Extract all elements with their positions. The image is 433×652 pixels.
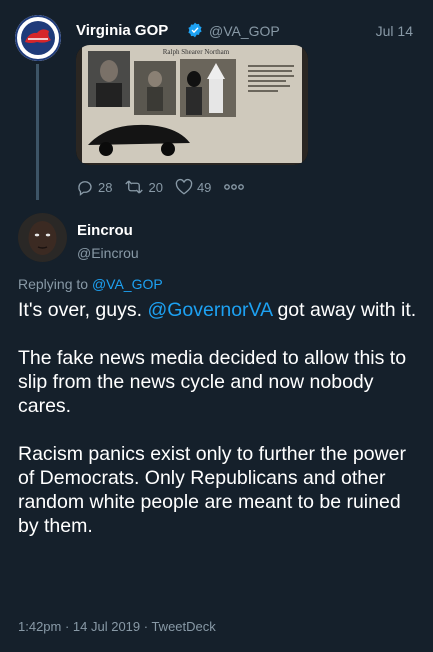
reply-count: 28	[98, 179, 113, 195]
reply-author-name[interactable]: Eincrou	[77, 222, 133, 239]
mention-link-governorva[interactable]: @GovernorVA	[147, 299, 272, 321]
replying-to-label: Replying to	[18, 276, 89, 292]
reply-author-handle[interactable]: @Eincrou	[77, 245, 139, 261]
avatar-eincrou[interactable]	[18, 213, 67, 262]
thread-connector	[36, 64, 39, 200]
parent-author-handle[interactable]: @VA_GOP	[209, 23, 280, 39]
reply-button[interactable]: 28	[76, 178, 112, 196]
like-icon	[175, 178, 193, 195]
verified-icon	[188, 22, 202, 38]
retweet-button[interactable]: 20	[124, 178, 163, 196]
retweet-icon	[125, 180, 144, 194]
parent-author-name[interactable]: Virginia GOP	[76, 22, 168, 39]
more-options-button[interactable]	[223, 182, 249, 192]
body-paragraph-1: It's over, guys. @GovernorVA got away wi…	[18, 298, 418, 322]
replying-to-handle-link[interactable]: @VA_GOP	[92, 276, 163, 292]
like-count: 49	[196, 179, 212, 195]
body-p1-after: got away with it.	[277, 299, 417, 321]
body-p1-before: It's over, guys.	[18, 299, 143, 321]
avatar-virginia-gop[interactable]	[15, 15, 61, 61]
body-paragraph-2: The fake news media decided to allow thi…	[18, 347, 407, 417]
parent-tweet-date[interactable]: Jul 14	[376, 23, 413, 39]
more-icon	[224, 184, 245, 190]
body-paragraph-3: Racism panics exist only to further the …	[18, 443, 407, 537]
replying-to-line: Replying to @VA_GOP	[18, 276, 163, 292]
reply-timestamp[interactable]: 1:42pm · 14 Jul 2019 · TweetDeck	[18, 619, 216, 634]
parent-tweet-actions: 28 20 49	[76, 178, 261, 196]
tweet-media-yearbook-photo[interactable]: Ralph Shearer Northam	[76, 45, 308, 165]
media-caption: Ralph Shearer Northam	[163, 48, 230, 56]
retweet-count: 20	[148, 179, 163, 195]
like-button[interactable]: 49	[175, 178, 211, 196]
reply-tweet-body: It's over, guys. @GovernorVA got away wi…	[18, 298, 418, 562]
reply-icon	[78, 181, 92, 196]
